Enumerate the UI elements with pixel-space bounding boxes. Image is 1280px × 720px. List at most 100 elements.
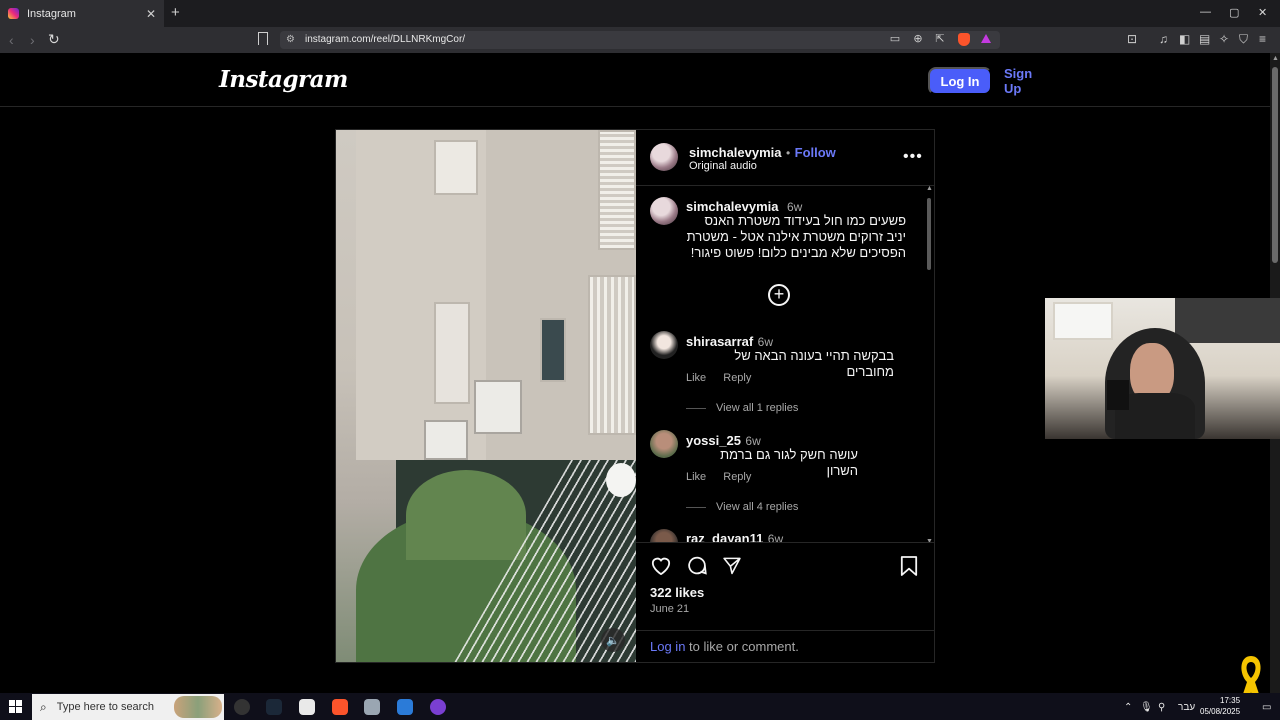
tray-clock[interactable]: 17:35 05/08/2025 — [1200, 695, 1240, 717]
wallet-icon[interactable]: ▤ — [1199, 33, 1210, 45]
scrollbar-thumb[interactable] — [1272, 67, 1278, 263]
minimize-button[interactable]: — — [1200, 6, 1211, 18]
signup-link[interactable]: Sign Up — [1004, 66, 1052, 96]
add-icon[interactable]: + — [768, 284, 790, 306]
cast-icon[interactable]: ▭ — [889, 33, 901, 45]
audio-label[interactable]: Original audio — [689, 160, 757, 172]
back-icon[interactable]: ‹ — [9, 33, 14, 47]
tab-title: Instagram — [27, 7, 76, 20]
instagram-logo[interactable]: Instagram — [219, 66, 348, 93]
app-chat-icon[interactable] — [430, 699, 446, 715]
comment-username[interactable]: raz_dayan11 — [686, 531, 763, 542]
street-lamp — [606, 463, 636, 497]
ac-unit — [424, 420, 468, 460]
comment-time: 6w — [757, 335, 774, 349]
app-explorer-icon[interactable] — [299, 699, 315, 715]
comments-scrollbar-thumb[interactable] — [927, 198, 931, 270]
reel-video[interactable] — [336, 130, 636, 662]
screenshot-icon[interactable]: ⊡ — [1127, 33, 1137, 45]
scroll-up-icon[interactable]: ▲ — [1272, 55, 1279, 62]
menu-icon[interactable]: ≡ — [1259, 33, 1266, 45]
like-comment-button[interactable]: Like — [686, 372, 706, 384]
speaker-icon: 🔈 — [606, 634, 620, 647]
app-steam-icon[interactable] — [266, 699, 282, 715]
url-text: instagram.com/reel/DLLNRKmgCor/ — [305, 34, 466, 45]
windows-start-icon[interactable] — [9, 700, 22, 713]
balcony-shutter — [588, 275, 636, 435]
tray-chevron-icon[interactable]: ⌃ — [1124, 702, 1132, 713]
avatar[interactable] — [650, 143, 678, 171]
vpn-icon[interactable]: ⛉ — [1239, 33, 1248, 45]
replies-line — [686, 407, 706, 409]
caption-username[interactable]: simchalevymia — [686, 199, 779, 214]
comment-time: 6w — [767, 532, 784, 542]
site-info-icon[interactable]: ⚙ — [286, 34, 295, 45]
view-replies[interactable]: View all 1 replies — [686, 402, 798, 414]
comment-username[interactable]: yossi_25 — [686, 433, 741, 448]
avatar[interactable] — [650, 331, 678, 359]
instagram-favicon-icon — [8, 8, 19, 19]
taskbar-search[interactable]: ⌕ Type here to search — [32, 694, 224, 720]
leo-ai-icon[interactable]: ✧ — [1219, 33, 1229, 45]
more-options-icon[interactable]: ••• — [903, 148, 923, 166]
mute-toggle[interactable]: 🔈 — [601, 628, 625, 652]
app-shield-icon[interactable] — [364, 699, 380, 715]
microphone — [1107, 380, 1129, 410]
view-replies[interactable]: View all 4 replies — [686, 501, 798, 513]
view-replies-text[interactable]: View all 1 replies — [716, 402, 798, 414]
tab-instagram[interactable]: Instagram ✕ — [0, 0, 164, 27]
reload-icon[interactable]: ↻ — [48, 32, 60, 46]
notifications-icon[interactable]: ▭ — [1262, 702, 1271, 713]
building-window — [540, 318, 566, 382]
comment-meta: raz_dayan11 6w — [686, 530, 783, 542]
building-window — [434, 302, 470, 404]
likes-count[interactable]: 322 likes — [650, 585, 704, 600]
sidebar-icon[interactable]: ◧ — [1179, 33, 1190, 45]
zoom-icon[interactable]: ⊕ — [912, 33, 924, 45]
comment-username[interactable]: shirasarraf — [686, 334, 753, 349]
tab-close-icon[interactable]: ✕ — [146, 7, 156, 21]
avatar[interactable] — [650, 529, 678, 542]
new-tab-button[interactable]: + — [171, 5, 180, 20]
bookmark-icon[interactable] — [900, 556, 918, 576]
tray-language[interactable]: עבר — [1178, 702, 1195, 713]
reply-button[interactable]: Reply — [723, 372, 751, 384]
forward-icon[interactable]: › — [30, 33, 35, 47]
reply-button[interactable]: Reply — [723, 471, 751, 483]
comment-actions: Like Reply — [686, 471, 751, 483]
app-obs-icon[interactable] — [234, 699, 250, 715]
ac-unit — [474, 380, 522, 434]
view-replies-text[interactable]: View all 4 replies — [716, 501, 798, 513]
comments-scrollbar[interactable]: ▲ ▼ — [925, 185, 933, 545]
app-brave-icon[interactable] — [332, 699, 348, 715]
like-comment-button[interactable]: Like — [686, 471, 706, 483]
app-ccleaner-icon[interactable] — [397, 699, 413, 715]
close-window-button[interactable]: ✕ — [1258, 6, 1267, 19]
room-window — [1053, 302, 1113, 340]
caption-text: פשעים כמו חול בעידוד משטרת האנס יניב זרו… — [686, 213, 906, 260]
tray-mic-icon[interactable]: 🎙 — [1140, 702, 1153, 713]
bookmark-icon[interactable] — [258, 32, 268, 45]
brave-rewards-icon[interactable] — [981, 34, 991, 43]
follow-button[interactable]: Follow — [795, 145, 836, 160]
tray-network-icon[interactable]: ⚲ — [1158, 702, 1165, 713]
comment-icon[interactable] — [686, 555, 708, 576]
login-button[interactable]: Log In — [928, 67, 992, 95]
share-icon[interactable]: ⇱ — [934, 33, 946, 45]
comment-time: 6w — [745, 434, 761, 448]
share-icon[interactable] — [722, 556, 742, 575]
avatar[interactable] — [650, 430, 678, 458]
media-icon[interactable]: ♫ — [1159, 33, 1168, 45]
heart-icon[interactable] — [650, 555, 672, 575]
login-link[interactable]: Log in — [650, 639, 685, 654]
scroll-up-icon[interactable]: ▲ — [926, 185, 933, 192]
brave-shields-icon[interactable] — [958, 33, 970, 46]
avatar[interactable] — [650, 197, 678, 225]
author-username[interactable]: simchalevymia — [689, 145, 782, 160]
login-suffix: to like or comment. — [685, 639, 799, 654]
clock-time: 17:35 — [1220, 696, 1241, 705]
comments-list[interactable]: simchalevymia 6w פשעים כמו חול בעידוד מש… — [636, 186, 934, 542]
maximize-button[interactable]: ▢ — [1229, 6, 1239, 19]
acoustic-panel — [1175, 298, 1280, 343]
search-placeholder: Type here to search — [56, 701, 154, 713]
